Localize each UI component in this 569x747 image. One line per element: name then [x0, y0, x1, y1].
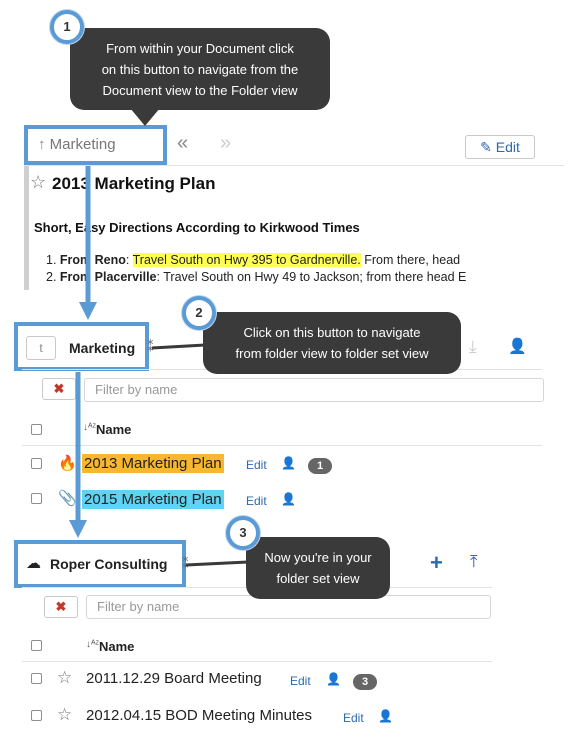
callout-1: From within your Document click on this …	[70, 28, 330, 110]
callout-3: Now you're in your folder set view	[246, 537, 390, 599]
step-number-3: 3	[226, 516, 260, 550]
step-number-1: 1	[50, 10, 84, 44]
step-number-2: 2	[182, 296, 216, 330]
callout-2: Click on this button to navigate from fo…	[203, 312, 461, 374]
